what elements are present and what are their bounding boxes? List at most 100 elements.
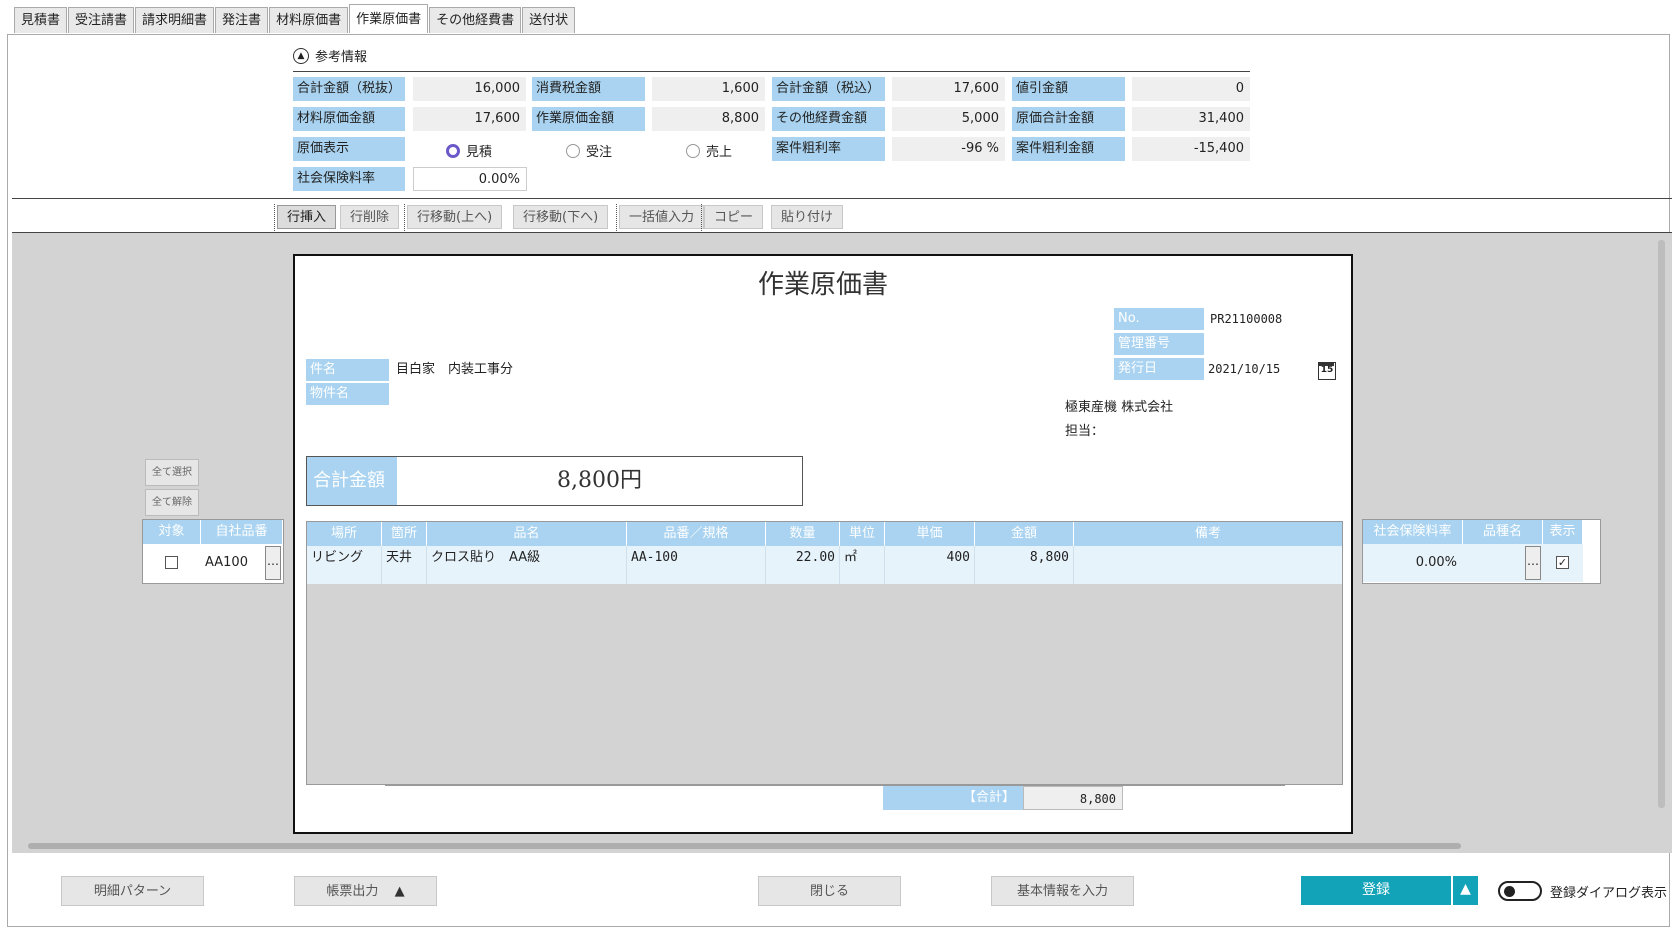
value-subtotal-excl-tax: 16,000 [413, 77, 526, 101]
report-output-button[interactable]: 帳票出力 ▲ [294, 876, 437, 906]
enter-basic-info-button[interactable]: 基本情報を入力 [991, 876, 1134, 906]
column-header-kind: 品種名 [1463, 520, 1543, 544]
bulk-input-button[interactable]: 一括値入力 [619, 205, 705, 229]
toolbar-separator [616, 204, 617, 231]
value-consumption-tax: 1,600 [652, 77, 765, 101]
column-header-remarks: 備考 [1074, 522, 1342, 546]
tab-billing-detail[interactable]: 請求明細書 [135, 7, 215, 33]
insert-row-button[interactable]: 行挿入 [277, 205, 337, 229]
tab-estimate[interactable]: 見積書 [14, 7, 68, 33]
move-row-up-button[interactable]: 行移動(上へ) [407, 205, 503, 229]
column-header-social-insurance-rate: 社会保険料率 [1363, 520, 1463, 544]
value-profit-amount: -15,400 [1132, 137, 1250, 161]
document-preview: 作業原価書 No. PR21100008 管理番号 発行日 2021/10/15… [293, 254, 1353, 834]
column-header-item-name: 品名 [427, 522, 627, 546]
detail-grid: 場所 箇所 品名 品番／規格 数量 単位 単価 金額 備考 リビング 天井 クロ… [306, 521, 1343, 785]
ellipsis-button[interactable]: … [1525, 546, 1541, 580]
divider [385, 785, 1285, 786]
radio-order[interactable]: 受注 [566, 141, 612, 160]
vertical-scrollbar[interactable] [1658, 240, 1665, 808]
value-work-cost: 8,800 [652, 107, 765, 131]
value-discount: 0 [1132, 77, 1250, 101]
left-grid: 対象 自社品番 AA100 … [142, 519, 284, 584]
cell-spot[interactable]: 天井 [382, 546, 427, 584]
cell-unit-price[interactable]: 400 [885, 546, 975, 584]
column-header-display: 表示 [1543, 520, 1583, 544]
label-other-expenses: その他経費金額 [772, 107, 885, 131]
column-header-part-number: 品番／規格 [627, 522, 766, 546]
detail-pattern-button[interactable]: 明細パターン [61, 876, 204, 906]
register-menu-arrow-icon[interactable]: ▲ [1453, 876, 1478, 905]
display-cell: ✓ [1543, 544, 1583, 582]
select-all-button[interactable]: 全て選択 [145, 459, 199, 486]
column-header-unit: 単位 [840, 522, 885, 546]
column-header-quantity: 数量 [766, 522, 840, 546]
delete-row-button[interactable]: 行削除 [340, 205, 400, 229]
value-cost-total: 31,400 [1132, 107, 1250, 131]
display-checkbox-checked-icon[interactable]: ✓ [1556, 556, 1569, 569]
social-insurance-rate-cell[interactable]: 0.00% [1363, 544, 1463, 582]
register-button[interactable]: 登録 [1301, 876, 1451, 905]
value-other-expenses: 5,000 [892, 107, 1005, 131]
paste-button[interactable]: 貼り付け [771, 205, 844, 229]
right-grid: 社会保険料率 品種名 表示 0.00% … ✓ [1362, 519, 1601, 584]
horizontal-scrollbar[interactable] [28, 843, 1461, 849]
toolbar-separator [274, 204, 275, 231]
register-dialog-toggle[interactable] [1498, 881, 1542, 901]
label-subject: 件名 [306, 359, 389, 381]
sum-label: 【合計】 [883, 786, 1023, 810]
tab-other-expenses[interactable]: その他経費書 [429, 7, 522, 33]
input-social-insurance-rate[interactable]: 0.00% [413, 167, 527, 191]
label-cost-total: 原価合計金額 [1012, 107, 1125, 131]
ellipsis-button[interactable]: … [265, 546, 281, 580]
triangle-up-icon: ▲ [394, 884, 405, 899]
row-select-checkbox[interactable] [165, 556, 178, 569]
cell-item-name[interactable]: クロス貼り AA級 [427, 546, 627, 584]
label-management-number: 管理番号 [1114, 333, 1204, 355]
tab-order-acknowledgement[interactable]: 受注請書 [68, 7, 135, 33]
target-cell [143, 544, 201, 582]
collapse-up-icon: ▲ [293, 47, 309, 64]
close-button[interactable]: 閉じる [758, 876, 901, 906]
copy-button[interactable]: コピー [704, 205, 764, 229]
cell-quantity[interactable]: 22.00 [766, 546, 840, 584]
cell-remarks[interactable] [1074, 546, 1342, 584]
total-amount-label: 合計金額 [307, 457, 397, 505]
label-property-name: 物件名 [306, 383, 389, 405]
tab-cover-letter[interactable]: 送付状 [522, 7, 576, 33]
radio-sales[interactable]: 売上 [686, 141, 732, 160]
tab-purchase-order[interactable]: 発注書 [215, 7, 269, 33]
reference-info-toggle[interactable]: ▲ 参考情報 [293, 46, 367, 65]
label-no: No. [1114, 308, 1204, 330]
value-issue-date[interactable]: 2021/10/15 [1208, 358, 1280, 380]
divider [12, 198, 1672, 199]
total-amount-box: 合計金額 8,800円 [306, 456, 803, 506]
reference-info-title: 参考情報 [315, 50, 368, 65]
label-profit-rate: 案件粗利率 [772, 137, 885, 161]
label-issue-date: 発行日 [1114, 358, 1204, 380]
column-header-spot: 箇所 [382, 522, 427, 546]
value-material-cost: 17,600 [413, 107, 526, 131]
cell-location[interactable]: リビング [307, 546, 382, 584]
tab-material-cost[interactable]: 材料原価書 [269, 7, 349, 33]
column-header-own-code: 自社品番 [201, 520, 283, 544]
cell-unit[interactable]: ㎡ [840, 546, 885, 584]
label-total-incl-tax: 合計金額（税込） [772, 77, 885, 101]
tab-work-cost[interactable]: 作業原価書 [349, 4, 429, 33]
company-name: 極東産機 株式会社 [1065, 400, 1174, 415]
divider [293, 71, 1250, 72]
value-subject[interactable]: 目白家 内装工事分 [396, 359, 513, 381]
radio-estimate[interactable]: 見積 [446, 141, 492, 160]
label-consumption-tax: 消費税金額 [532, 77, 645, 101]
clear-all-button[interactable]: 全て解除 [145, 489, 199, 516]
radio-empty-icon [566, 143, 580, 158]
own-code-value: AA100 [205, 555, 248, 570]
cell-part-number[interactable]: AA-100 [627, 546, 766, 584]
cell-amount[interactable]: 8,800 [975, 546, 1074, 584]
label-work-cost: 作業原価金額 [532, 107, 645, 131]
radio-selected-icon [446, 143, 460, 158]
calendar-icon[interactable]: 15 [1318, 362, 1336, 380]
label-social-insurance-rate: 社会保険料率 [293, 167, 405, 191]
move-row-down-button[interactable]: 行移動(下へ) [513, 205, 609, 229]
toolbar-separator [404, 204, 405, 231]
